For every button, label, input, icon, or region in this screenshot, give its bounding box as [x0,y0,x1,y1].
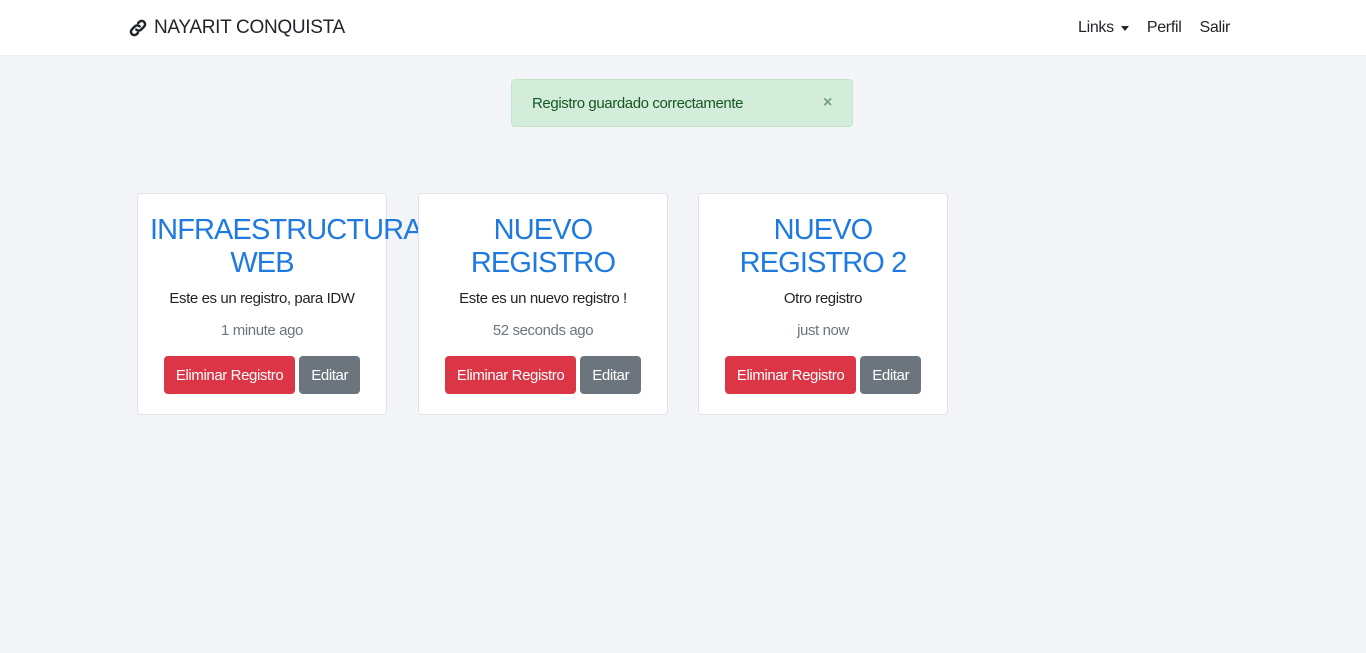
link-icon [129,19,147,37]
card-title: INFRAESTRUCTURA WEB [150,214,423,279]
edit-button[interactable]: Editar [860,356,922,394]
success-alert: Registro guardado correctamente × [511,79,853,127]
nav-links-dropdown[interactable]: Links [1078,19,1129,37]
card-actions: Eliminar Registro Editar [431,356,655,394]
card-timestamp: 52 seconds ago [492,322,594,339]
card-title: NUEVO REGISTRO 2 [739,214,908,279]
card-actions: Eliminar Registro Editar [150,356,374,394]
brand-label: NAYARIT CONQUISTA [154,17,345,38]
card-description: Otro registro [783,290,863,307]
nav-links: Links Perfil Salir [1078,14,1230,42]
nav-salir-label: Salir [1199,19,1230,36]
card-timestamp: just now [797,322,849,339]
card-description: Este es un registro, para IDW [169,290,355,307]
card-description: Este es un nuevo registro ! [459,290,627,307]
edit-button[interactable]: Editar [580,356,642,394]
caret-down-icon [1120,25,1129,31]
card-actions: Eliminar Registro Editar [711,356,935,394]
edit-button[interactable]: Editar [299,356,361,394]
nav-perfil-label: Perfil [1146,19,1182,36]
delete-button[interactable]: Eliminar Registro [444,356,577,394]
navbar: NAYARIT CONQUISTA Links Perfil Salir [0,0,1366,55]
delete-button[interactable]: Eliminar Registro [724,356,857,394]
registro-card: INFRAESTRUCTURA WEB Este es un registro,… [137,193,423,415]
delete-button[interactable]: Eliminar Registro [163,356,296,394]
nav-links-label: Links [1077,19,1114,36]
close-icon[interactable]: × [823,94,832,112]
brand-link[interactable]: NAYARIT CONQUISTA [128,14,345,42]
registro-card: NUEVO REGISTRO 2 Otro registro just now … [698,193,948,415]
registro-card: NUEVO REGISTRO Este es un nuevo registro… [418,193,668,415]
card-title: NUEVO REGISTRO [470,214,616,279]
alert-message: Registro guardado correctamente [532,94,744,112]
nav-perfil[interactable]: Perfil [1147,19,1182,37]
nav-salir[interactable]: Salir [1199,19,1230,37]
card-timestamp: 1 minute ago [221,322,303,339]
